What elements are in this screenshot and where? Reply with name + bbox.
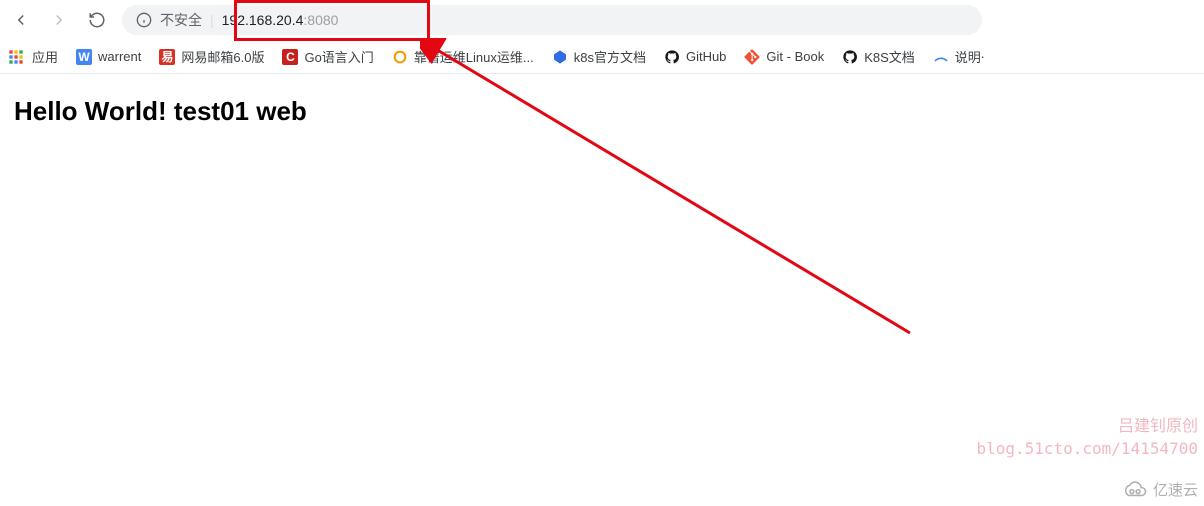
bookmark-linux-ops[interactable]: 靠谱运维Linux运维...	[392, 47, 534, 66]
url-port: :8080	[303, 12, 338, 28]
not-secure-label: 不安全	[160, 10, 202, 30]
favicon-icon: C	[282, 49, 298, 65]
reload-icon	[88, 11, 106, 29]
favicon-icon	[552, 49, 568, 65]
url-host: 192.168.20.4	[222, 12, 304, 28]
bookmark-netease-mail[interactable]: 易 网易邮箱6.0版	[159, 47, 264, 66]
bookmark-label: K8S文档	[864, 47, 915, 66]
brand-badge: 亿速云	[1121, 479, 1198, 500]
watermark-line2: blog.51cto.com/14154700	[976, 438, 1198, 460]
bookmark-label: Git - Book	[766, 49, 824, 64]
page-heading: Hello World! test01 web	[14, 96, 1190, 127]
bookmark-label: 靠谱运维Linux运维...	[414, 47, 534, 66]
bookmark-git-book[interactable]: Git - Book	[744, 49, 824, 65]
bookmarks-bar: 应用 W warrent 易 网易邮箱6.0版 C Go语言入门 靠谱运维Lin…	[0, 40, 1204, 74]
cloud-icon	[1121, 480, 1149, 500]
watermark-line1: 吕建钊原创	[976, 415, 1198, 437]
bookmark-k8s-docs[interactable]: k8s官方文档	[552, 47, 646, 66]
separator: |	[210, 12, 214, 28]
favicon-icon	[933, 49, 949, 65]
apps-label: 应用	[32, 47, 58, 66]
bookmark-label: GitHub	[686, 49, 726, 64]
browser-toolbar: 不安全 | 192.168.20.4:8080	[0, 0, 1204, 40]
bookmark-github[interactable]: GitHub	[664, 49, 726, 65]
favicon-icon: 易	[159, 49, 175, 65]
bookmark-instructions[interactable]: 说明ᐧ	[933, 47, 984, 66]
watermark: 吕建钊原创 blog.51cto.com/14154700	[976, 415, 1198, 460]
favicon-icon	[392, 49, 408, 65]
apps-grid-icon	[8, 49, 24, 65]
bookmark-k8s-docs-2[interactable]: K8S文档	[842, 47, 915, 66]
bookmark-go-lang[interactable]: C Go语言入门	[282, 47, 373, 66]
bookmark-label: 网易邮箱6.0版	[181, 47, 264, 66]
url-text: 192.168.20.4:8080	[222, 12, 339, 28]
address-bar[interactable]: 不安全 | 192.168.20.4:8080	[122, 5, 982, 35]
bookmark-label: 说明ᐧ	[955, 47, 984, 66]
favicon-icon	[842, 49, 858, 65]
page-content: Hello World! test01 web	[0, 74, 1204, 149]
reload-button[interactable]	[84, 7, 110, 33]
info-icon	[136, 12, 152, 28]
arrow-left-icon	[12, 11, 30, 29]
bookmark-label: Go语言入门	[304, 47, 373, 66]
back-button[interactable]	[8, 7, 34, 33]
bookmark-label: k8s官方文档	[574, 47, 646, 66]
apps-button[interactable]: 应用	[8, 47, 58, 66]
favicon-icon: W	[76, 49, 92, 65]
bookmark-warrent[interactable]: W warrent	[76, 49, 141, 65]
bookmark-label: warrent	[98, 49, 141, 64]
favicon-icon	[744, 49, 760, 65]
brand-label: 亿速云	[1153, 479, 1198, 500]
forward-button[interactable]	[46, 7, 72, 33]
arrow-right-icon	[50, 11, 68, 29]
favicon-icon	[664, 49, 680, 65]
